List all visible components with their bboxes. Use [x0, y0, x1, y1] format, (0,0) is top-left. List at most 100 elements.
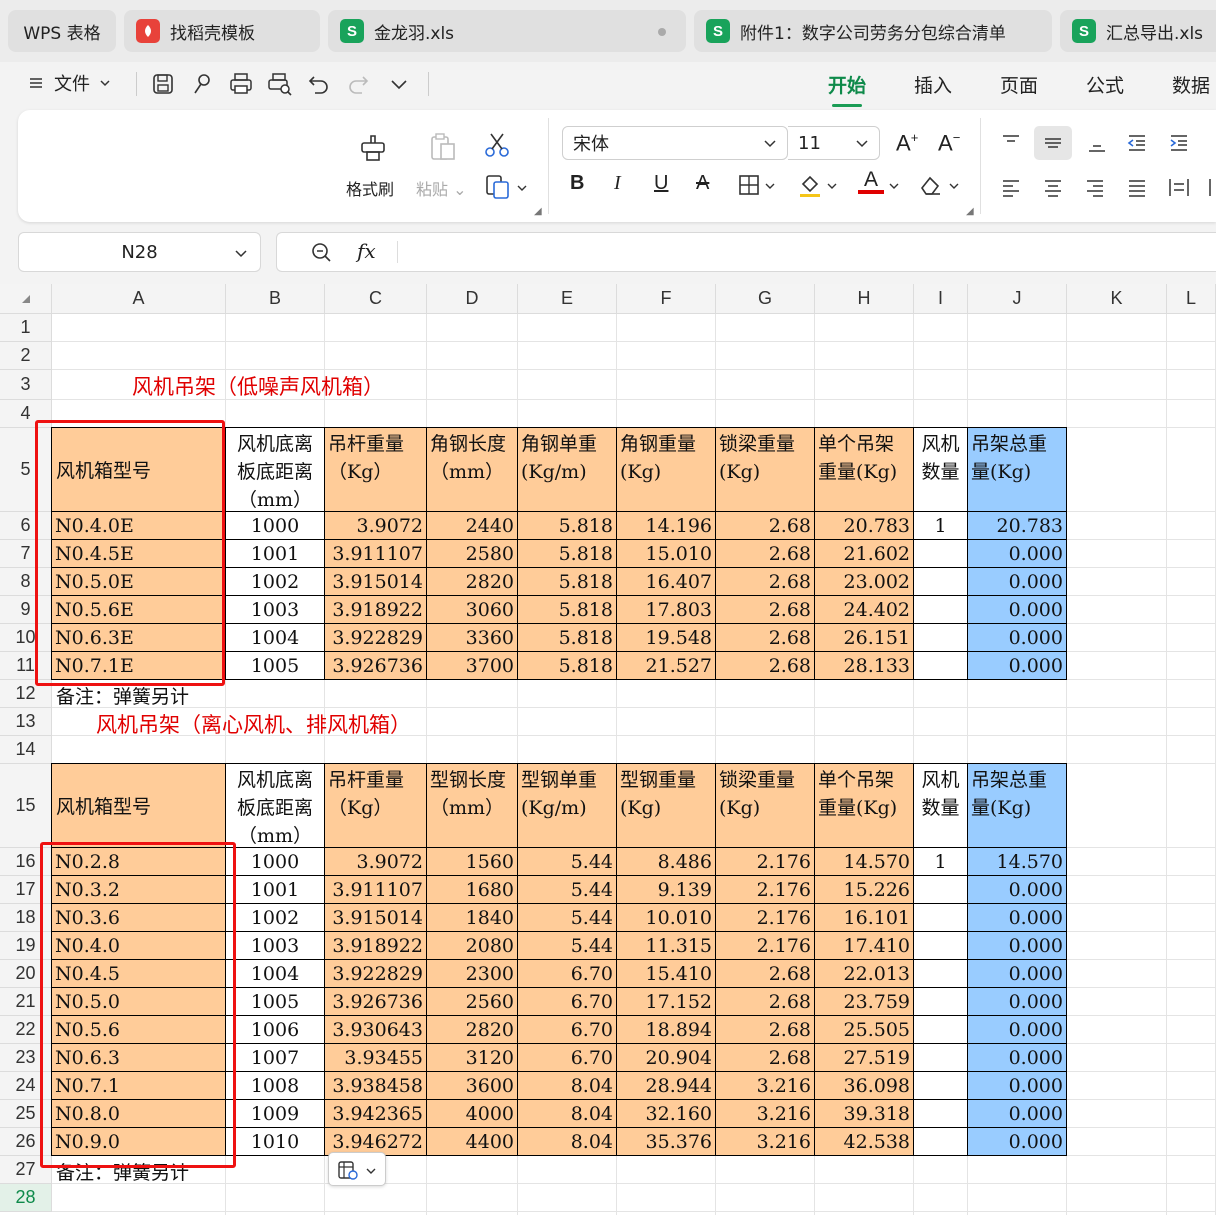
- tab-formula[interactable]: 公式: [1086, 71, 1124, 98]
- table-cell[interactable]: 1005: [226, 652, 325, 680]
- tab-jinlongyu-xls[interactable]: S 金龙羽.xls: [328, 10, 686, 52]
- row-header-13[interactable]: 13: [0, 708, 52, 736]
- clear-format-eraser-icon[interactable]: [918, 174, 942, 196]
- row-header-3[interactable]: 3: [0, 370, 52, 400]
- row-header-2[interactable]: 2: [0, 342, 52, 370]
- table-cell[interactable]: 3.922829: [325, 624, 427, 652]
- table-cell[interactable]: 6.70: [518, 988, 617, 1016]
- table-cell[interactable]: 23.759: [815, 988, 914, 1016]
- table-cell[interactable]: 6.70: [518, 1044, 617, 1072]
- table-cell[interactable]: 0.000: [968, 652, 1067, 680]
- table-cell[interactable]: 21.602: [815, 540, 914, 568]
- table-cell[interactable]: 6.70: [518, 1016, 617, 1044]
- row-header-14[interactable]: 14: [0, 736, 52, 764]
- chevron-down-icon[interactable]: [888, 180, 900, 192]
- table-cell[interactable]: 1560: [427, 848, 518, 876]
- table-cell[interactable]: 1: [914, 848, 968, 876]
- table-cell[interactable]: 2.176: [716, 876, 815, 904]
- table-cell[interactable]: [914, 932, 968, 960]
- table-cell[interactable]: 1001: [226, 876, 325, 904]
- table-cell[interactable]: [914, 596, 968, 624]
- table-header-cell[interactable]: 风机箱型号: [52, 764, 226, 848]
- redo-icon[interactable]: [345, 71, 371, 97]
- align-bottom-icon[interactable]: [1086, 132, 1108, 154]
- tab-home[interactable]: 开始: [828, 71, 866, 107]
- table-header-cell[interactable]: 风机底离板底距离（mm）: [226, 428, 325, 512]
- table-cell[interactable]: 1003: [226, 932, 325, 960]
- tab-daoke-template[interactable]: 找稻壳模板: [124, 10, 320, 52]
- table-cell[interactable]: 2.68: [716, 652, 815, 680]
- table-cell[interactable]: [914, 1072, 968, 1100]
- row-header-15[interactable]: 15: [0, 764, 52, 848]
- align-right-icon[interactable]: [1084, 176, 1106, 198]
- column-header-L[interactable]: L: [1167, 284, 1216, 314]
- align-top-icon[interactable]: [1000, 132, 1022, 154]
- table-cell[interactable]: 24.402: [815, 596, 914, 624]
- table-cell[interactable]: 32.160: [617, 1100, 716, 1128]
- column-header-C[interactable]: C: [325, 284, 427, 314]
- table-cell[interactable]: [914, 1044, 968, 1072]
- table-cell[interactable]: 3.93455: [325, 1044, 427, 1072]
- table-cell[interactable]: 2820: [427, 1016, 518, 1044]
- table-cell[interactable]: 21.527: [617, 652, 716, 680]
- underline-icon[interactable]: U: [654, 172, 668, 195]
- table-cell[interactable]: 17.803: [617, 596, 716, 624]
- table-header-cell[interactable]: 角钢单重(Kg/m): [518, 428, 617, 512]
- table-cell[interactable]: 3.915014: [325, 904, 427, 932]
- table-cell[interactable]: 23.002: [815, 568, 914, 596]
- column-header-E[interactable]: E: [518, 284, 617, 314]
- font-dialog-launcher-icon[interactable]: ◢: [966, 206, 974, 217]
- row-header-1[interactable]: 1: [0, 314, 52, 342]
- format-painter-icon[interactable]: [358, 132, 388, 162]
- column-header-B[interactable]: B: [226, 284, 325, 314]
- table-cell[interactable]: 0.000: [968, 932, 1067, 960]
- cut-icon[interactable]: [482, 130, 512, 160]
- chevron-down-icon[interactable]: [948, 180, 960, 192]
- table-cell[interactable]: 2080: [427, 932, 518, 960]
- column-header-G[interactable]: G: [716, 284, 815, 314]
- table-header-cell[interactable]: 角钢长度（mm）: [427, 428, 518, 512]
- paste-options-button[interactable]: [328, 1152, 386, 1186]
- table-header-cell[interactable]: 角钢重量(Kg): [617, 428, 716, 512]
- table-cell[interactable]: 1: [914, 512, 968, 540]
- more-align-icon[interactable]: [1208, 176, 1216, 198]
- table-cell[interactable]: 0.000: [968, 1016, 1067, 1044]
- table-cell[interactable]: 0.000: [968, 960, 1067, 988]
- table-cell[interactable]: 5.44: [518, 904, 617, 932]
- table-cell[interactable]: 2.176: [716, 932, 815, 960]
- table-cell[interactable]: 3.926736: [325, 988, 427, 1016]
- table-cell[interactable]: 17.410: [815, 932, 914, 960]
- table-cell[interactable]: [914, 960, 968, 988]
- table-cell[interactable]: 3.9072: [325, 512, 427, 540]
- table-cell[interactable]: 16.101: [815, 904, 914, 932]
- table-cell[interactable]: 1009: [226, 1100, 325, 1128]
- table-header-cell[interactable]: 吊架总重量(Kg): [968, 428, 1067, 512]
- table-cell[interactable]: 2.68: [716, 512, 815, 540]
- font-color-icon[interactable]: A: [858, 168, 884, 194]
- table-cell[interactable]: 3120: [427, 1044, 518, 1072]
- table-cell[interactable]: 3060: [427, 596, 518, 624]
- table-cell[interactable]: 0.000: [968, 568, 1067, 596]
- table-cell[interactable]: 8.04: [518, 1072, 617, 1100]
- table-cell[interactable]: 5.44: [518, 932, 617, 960]
- table-cell[interactable]: [914, 876, 968, 904]
- table-cell[interactable]: 20.783: [815, 512, 914, 540]
- justify-icon[interactable]: [1126, 176, 1148, 198]
- bold-icon[interactable]: B: [570, 172, 584, 195]
- table-cell[interactable]: 0.000: [968, 1100, 1067, 1128]
- table-cell[interactable]: 5.818: [518, 540, 617, 568]
- table-cell[interactable]: 28.944: [617, 1072, 716, 1100]
- column-header-D[interactable]: D: [427, 284, 518, 314]
- table-cell[interactable]: 22.013: [815, 960, 914, 988]
- table-cell[interactable]: 0.000: [968, 596, 1067, 624]
- table-cell[interactable]: 3.915014: [325, 568, 427, 596]
- table-cell[interactable]: 17.152: [617, 988, 716, 1016]
- table-cell[interactable]: 3.918922: [325, 596, 427, 624]
- table-cell[interactable]: [914, 1100, 968, 1128]
- column-header-F[interactable]: F: [617, 284, 716, 314]
- table-cell[interactable]: 1004: [226, 960, 325, 988]
- tab-insert[interactable]: 插入: [914, 71, 952, 98]
- table-cell[interactable]: 1007: [226, 1044, 325, 1072]
- insert-function-fx-icon[interactable]: fx: [357, 239, 376, 263]
- table-cell[interactable]: 19.548: [617, 624, 716, 652]
